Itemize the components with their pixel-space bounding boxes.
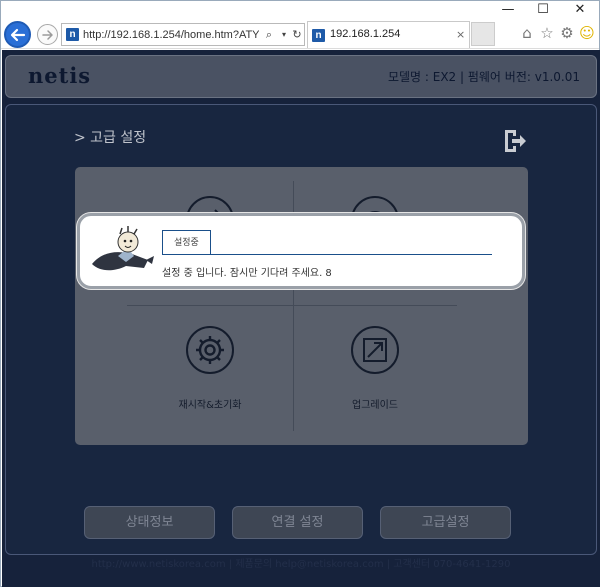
router-admin-page: netis 모델명 : EX2 | 펌웨어 버전: v1.0.01 > 고급 설…	[2, 50, 600, 587]
version-info: 모델명 : EX2 | 펌웨어 버전: v1.0.01	[387, 70, 580, 84]
page-header: netis 모델명 : EX2 | 펌웨어 버전: v1.0.01	[5, 55, 597, 98]
browser-toolbar: n http://192.168.1.254/home.htm?ATYPE ⌕ …	[1, 19, 599, 49]
saving-dialog: 설정중 설정 중 입니다. 잠시만 기다려 주세요. 8	[77, 213, 525, 289]
logout-icon[interactable]	[502, 128, 528, 154]
tab-title: 192.168.1.254	[330, 28, 401, 40]
star-icon[interactable]: ☆	[538, 24, 556, 42]
modal-tab-underline	[162, 254, 492, 255]
upgrade-expand-icon[interactable]	[350, 325, 400, 375]
title-bar: — ☐ ✕	[1, 1, 599, 19]
browser-window: — ☐ ✕ n http://192.168.1.254/home.htm?AT…	[0, 0, 600, 587]
minimize-button[interactable]: —	[491, 1, 525, 19]
refresh-icon[interactable]: ↻	[290, 27, 304, 43]
dropdown-icon[interactable]: ▾	[277, 27, 291, 43]
tile-label-upgrade[interactable]: 업그레이드	[305, 396, 445, 411]
home-icon[interactable]: ⌂	[518, 24, 536, 42]
forward-arrow-icon	[42, 30, 53, 40]
footer-text: http://www.netiskorea.com | 제품문의 help@ne…	[91, 559, 511, 570]
tile-label-restart-reset[interactable]: 재시작&초기화	[140, 396, 280, 411]
url-input[interactable]: http://192.168.1.254/home.htm?ATYPE	[83, 27, 259, 43]
forward-button[interactable]	[37, 24, 58, 45]
address-bar[interactable]: n http://192.168.1.254/home.htm?ATYPE ⌕ …	[61, 23, 305, 46]
smiley-icon[interactable]: ☺	[578, 24, 596, 42]
browser-tab[interactable]: n 192.168.1.254 ×	[307, 21, 470, 48]
close-button[interactable]: ✕	[563, 1, 597, 19]
back-button[interactable]	[4, 21, 31, 48]
grid-divider-horizontal	[127, 305, 457, 306]
restart-settings-gear-icon[interactable]	[185, 325, 235, 375]
back-arrow-icon	[10, 28, 26, 42]
settings-grid: 재시작&초기화 업그레이드	[75, 167, 528, 445]
modal-message: 설정 중 입니다. 잠시만 기다려 주세요. 8	[162, 268, 332, 279]
tab-close-button[interactable]: ×	[456, 28, 465, 41]
modal-tab: 설정중	[162, 230, 211, 255]
gear-icon[interactable]: ⚙	[558, 24, 576, 42]
section-title: > 고급 설정	[74, 130, 147, 146]
nav-advanced-button[interactable]: 고급설정	[380, 506, 511, 539]
site-favicon-icon: n	[66, 28, 79, 41]
maximize-button[interactable]: ☐	[526, 1, 560, 19]
search-icon[interactable]: ⌕	[262, 27, 276, 43]
nav-connection-button[interactable]: 연결 설정	[232, 506, 363, 539]
tab-favicon-icon: n	[312, 29, 325, 42]
new-tab-button[interactable]	[471, 22, 495, 46]
netis-mascot-icon	[92, 226, 154, 271]
nav-status-button[interactable]: 상태정보	[84, 506, 215, 539]
netis-logo: netis	[28, 63, 92, 88]
